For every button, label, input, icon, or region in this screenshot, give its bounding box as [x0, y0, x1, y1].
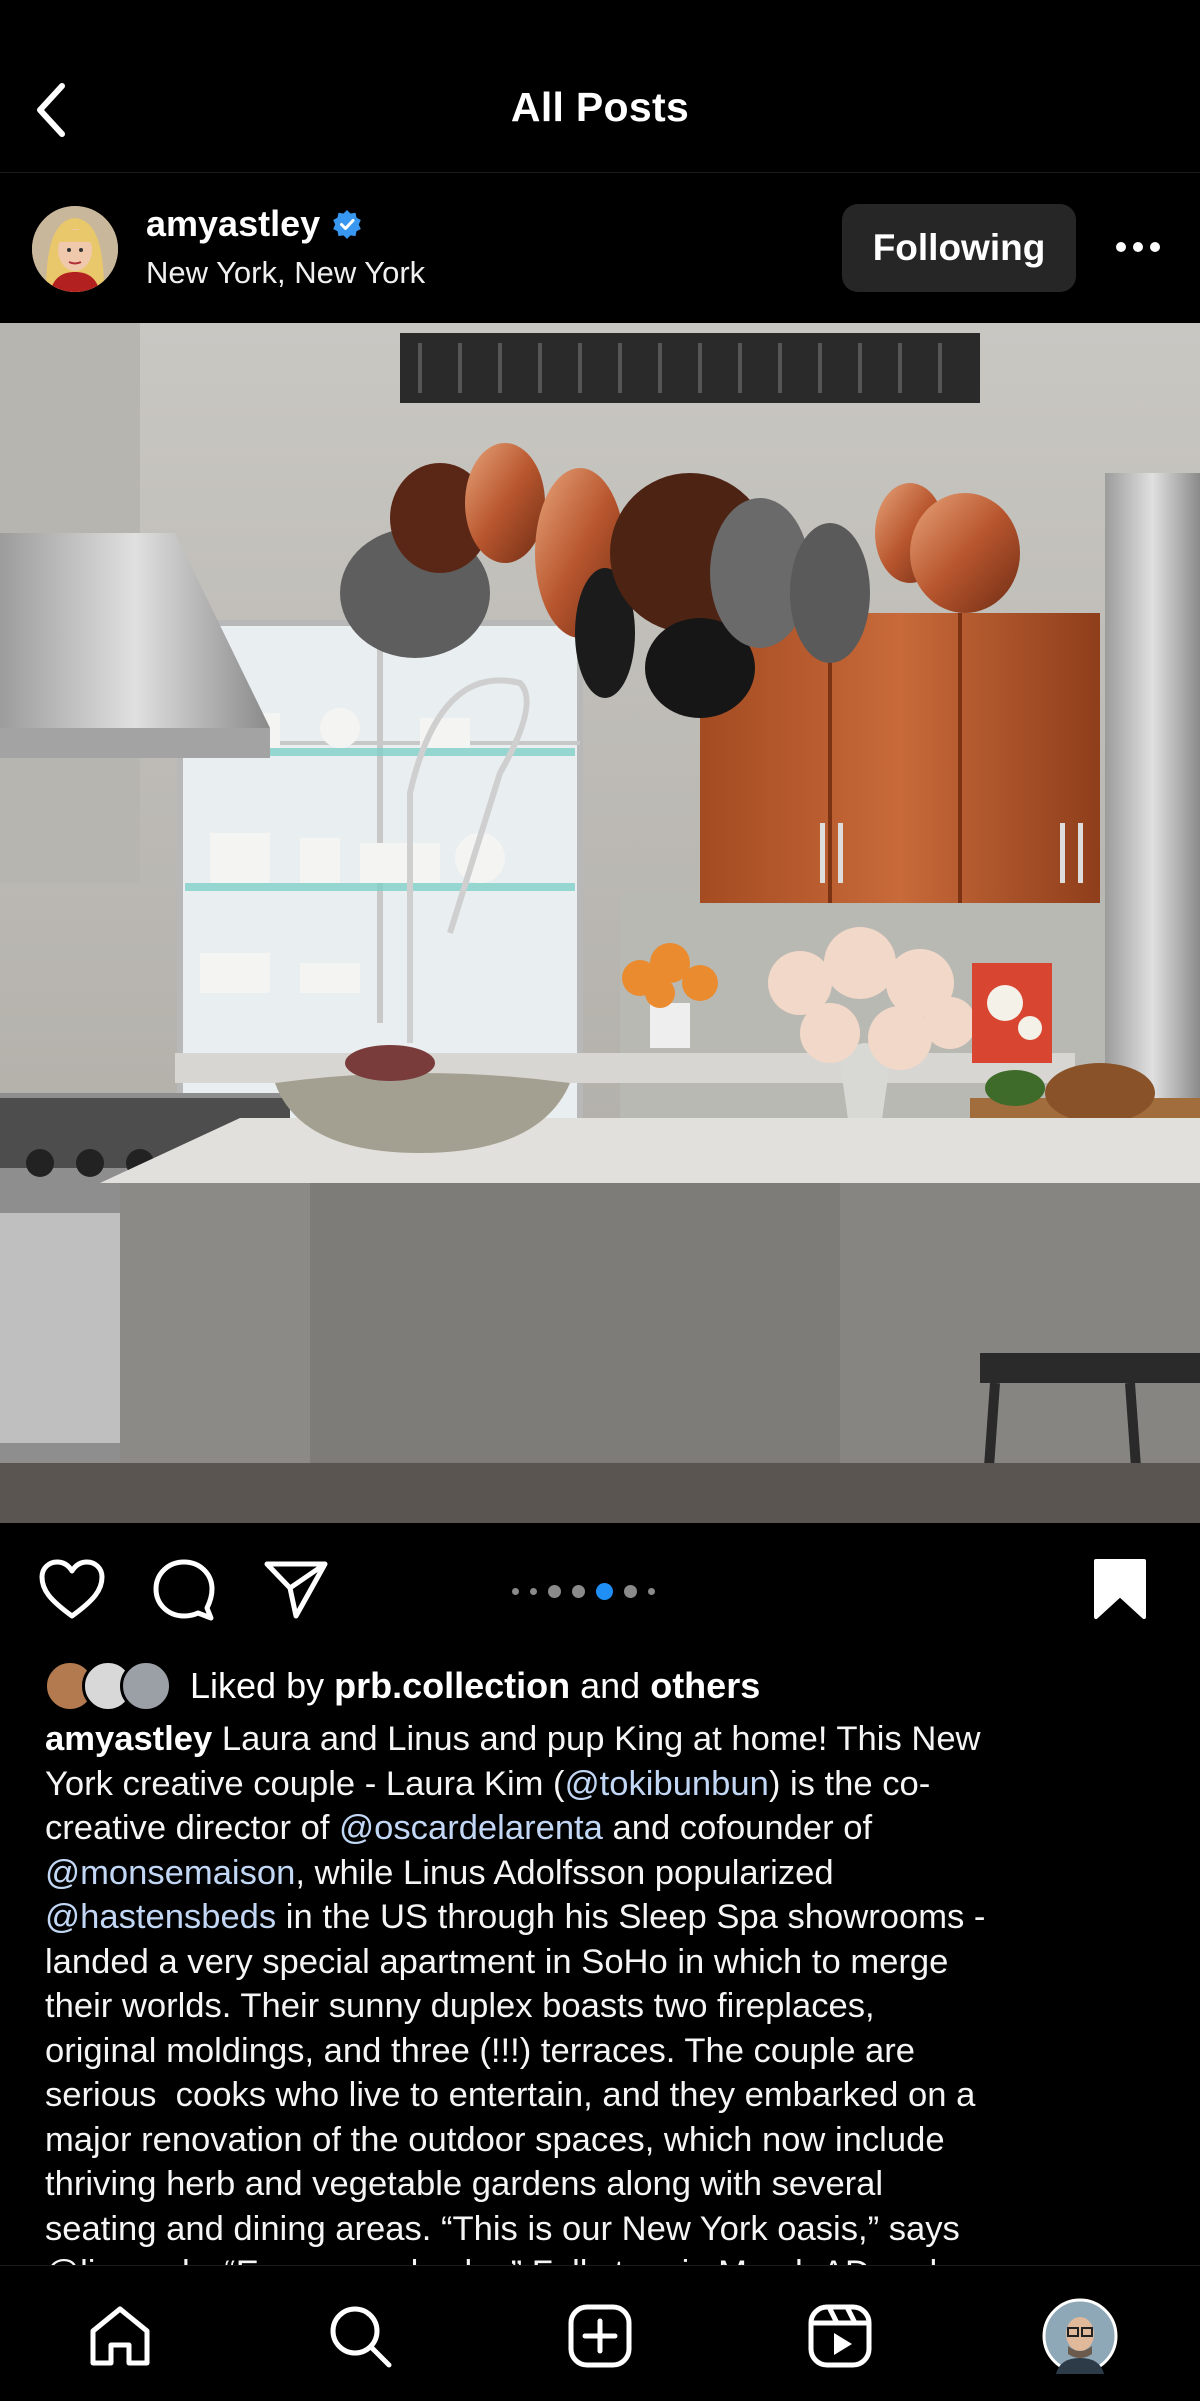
post-header: amyastley New York, New York Following [0, 173, 1200, 323]
caption-text: ) is the co- [768, 1764, 931, 1803]
post-image[interactable] [0, 323, 1200, 1523]
home-icon [90, 2306, 150, 2366]
username-text: amyastley [146, 203, 321, 244]
nav-create[interactable] [560, 2296, 640, 2376]
caption-mention[interactable]: @tokibunbun [565, 1765, 769, 1803]
caption-text: their worlds. Their sunny duplex boasts … [45, 1987, 875, 2025]
caption-line: thriving herb and vegetable gardens alon… [45, 2162, 1165, 2207]
caption-line: original moldings, and three (!!!) terra… [45, 2029, 1165, 2074]
caption-mention[interactable]: @oscardelarenta [339, 1809, 603, 1847]
like-button[interactable] [36, 1553, 108, 1625]
carousel-indicator [512, 1581, 655, 1601]
post-location[interactable]: New York, New York [146, 255, 425, 291]
caption-line: @linusadw “Escape and calm,” Full story … [45, 2251, 1165, 2265]
caption-line: their worlds. Their sunny duplex boasts … [45, 1984, 1165, 2029]
caption-text: seating and dining areas. “This is our N… [45, 2209, 960, 2248]
post-username[interactable]: amyastley [146, 203, 362, 245]
caption-line: landed a very special apartment in SoHo … [45, 1940, 1165, 1985]
caption-line: amyastley Laura and Linus and pup King a… [45, 1717, 1165, 1762]
comment-icon [153, 1559, 215, 1621]
caption-line: seating and dining areas. “This is our N… [45, 2207, 1165, 2252]
carousel-dot [530, 1587, 537, 1595]
caption-text: original moldings, and three (!!!) terra… [45, 2031, 916, 2070]
caption-author[interactable]: amyastley [45, 1720, 212, 1758]
verified-badge-icon [333, 210, 361, 239]
liker-avatar [120, 1660, 172, 1712]
save-button[interactable] [1084, 1553, 1156, 1625]
nav-search[interactable] [320, 2296, 400, 2376]
share-icon [264, 1561, 328, 1619]
nav-home[interactable] [80, 2296, 160, 2376]
post-caption: amyastley Laura and Linus and pup King a… [45, 1717, 1165, 2265]
caption-text: in the US through his Sleep Spa showroom… [276, 1898, 986, 1936]
caption-text: major renovation of the outdoor spaces, … [45, 2120, 945, 2159]
caption-text: , while Linus Adolfsson popularized [295, 1853, 834, 1892]
liked-by-prefix: Liked by [190, 1665, 335, 1706]
caption-mention[interactable]: @hastensbeds [45, 1898, 276, 1936]
carousel-dot [512, 1587, 519, 1595]
search-icon [330, 2306, 392, 2368]
comment-button[interactable] [148, 1553, 220, 1625]
caption-line: major renovation of the outdoor spaces, … [45, 2118, 1165, 2163]
caption-text: serious cooks who live to entertain, and… [45, 2076, 976, 2114]
caption-text: @linusadw “Escape and calm,” Full story … [45, 2254, 937, 2265]
ellipsis-icon [1116, 242, 1160, 252]
caption-text: and cofounder of [602, 1809, 873, 1847]
share-button[interactable] [260, 1553, 332, 1625]
liked-by-user[interactable]: prb.collection [334, 1665, 570, 1707]
bottom-navigation [0, 2265, 1200, 2401]
caption-mention[interactable]: @monsemaison [45, 1854, 295, 1892]
carousel-dot [596, 1582, 613, 1600]
following-button[interactable]: Following [842, 204, 1076, 292]
carousel-dot [624, 1584, 637, 1598]
top-header: All Posts [0, 0, 1200, 173]
create-icon [568, 2304, 632, 2368]
caption-text: landed a very special apartment in SoHo … [45, 1942, 949, 1981]
caption-line: York creative couple - Laura Kim (@tokib… [45, 1762, 1165, 1807]
heart-icon [39, 1559, 105, 1619]
caption-line: @hastensbeds in the US through his Sleep… [45, 1895, 1165, 1940]
profile-avatar [1042, 2298, 1118, 2374]
likes-summary[interactable]: Liked by prb.collection and others [44, 1658, 760, 1714]
reels-icon [808, 2304, 872, 2368]
caption-text: York creative couple - Laura Kim ( [45, 1764, 565, 1803]
nav-profile[interactable] [1040, 2296, 1120, 2376]
carousel-dot [572, 1584, 585, 1598]
nav-reels[interactable] [800, 2296, 880, 2376]
carousel-dot [648, 1587, 655, 1595]
caption-line: @monsemaison, while Linus Adolfsson popu… [45, 1851, 1165, 1896]
caption-line: creative director of @oscardelarenta and… [45, 1806, 1165, 1851]
author-avatar[interactable] [32, 206, 118, 292]
more-options-button[interactable] [1108, 219, 1168, 275]
liked-by-others[interactable]: others [650, 1665, 760, 1707]
liked-by-middle: and [570, 1665, 651, 1706]
caption-text: thriving herb and vegetable gardens alon… [45, 2165, 884, 2203]
caption-line: serious cooks who live to entertain, and… [45, 2073, 1165, 2118]
caption-text: Laura and Linus and pup King at home! Th… [212, 1720, 981, 1758]
post-actions [0, 1523, 1200, 1653]
caption-text: creative director of [45, 1809, 340, 1847]
page-title: All Posts [510, 84, 690, 130]
bookmark-icon [1094, 1559, 1146, 1619]
carousel-dot [548, 1584, 561, 1598]
